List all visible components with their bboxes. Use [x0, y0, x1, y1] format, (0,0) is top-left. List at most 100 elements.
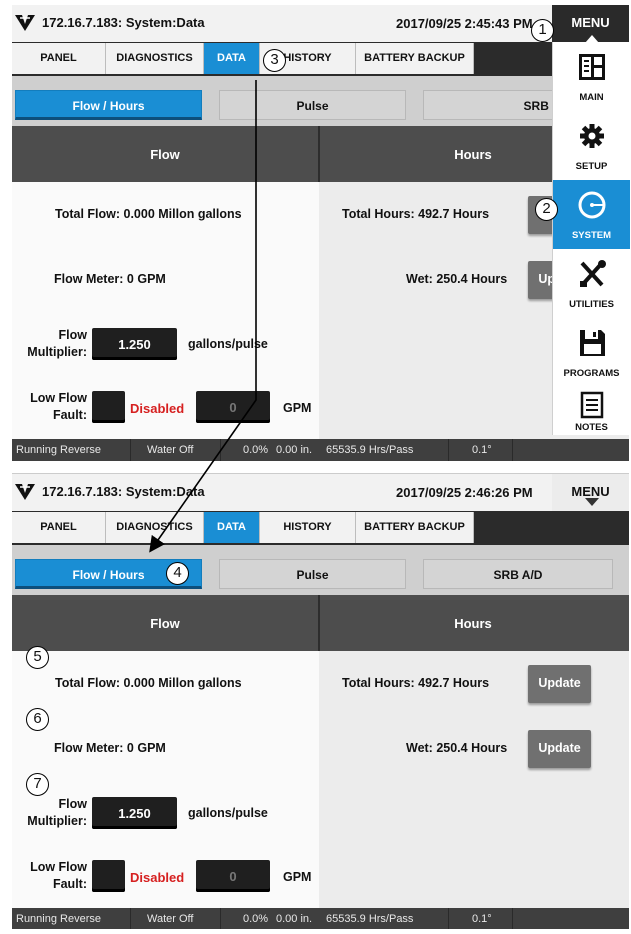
status-hrs-pass: 65535.9 Hrs/Pass [326, 444, 414, 456]
tab-diagnostics[interactable]: DIAGNOSTICS [106, 512, 204, 543]
low-flow-fault-label: Low Flow Fault: [30, 391, 87, 422]
page-title: 172.16.7.183: System:Data [42, 484, 205, 499]
subtab-flow-hours[interactable]: Flow / Hours [15, 90, 202, 120]
valley-logo-icon [15, 15, 35, 31]
flow-multiplier-unit: gallons/pulse [188, 806, 268, 820]
low-flow-fault-toggle[interactable] [92, 391, 125, 423]
low-flow-unit: GPM [283, 401, 312, 415]
status-angle: 0.1° [472, 913, 492, 925]
low-flow-gpm-input[interactable]: 0 [196, 391, 270, 423]
low-flow-fault-toggle[interactable] [92, 860, 125, 892]
side-item-label: NOTES [575, 422, 608, 433]
status-bar: Running Reverse Water Off 0.0% 0.00 in. … [12, 439, 629, 461]
side-item-utilities[interactable]: UTILITIES [553, 249, 630, 318]
total-flow-text: Total Flow: 0.000 Millon gallons [55, 207, 242, 221]
table-header: Flow Hours [12, 595, 629, 651]
flow-multiplier-label: Flow Multiplier: [27, 328, 87, 359]
update-total-hours-button[interactable]: Update [528, 665, 591, 703]
table-row: Flow Meter: 0 GPM Wet: 250.4 Hours Updat… [12, 247, 629, 312]
total-hours-text: Total Hours: 492.7 Hours [342, 207, 490, 221]
tab-battery-backup[interactable]: BATTERY BACKUP [356, 512, 474, 543]
side-item-label: SYSTEM [571, 230, 612, 241]
status-water: Water Off [147, 444, 194, 456]
subtab-band: Flow / Hours Pulse SRB A/D [12, 545, 629, 595]
total-hours-text: Total Hours: 492.7 Hours [342, 676, 490, 690]
tab-panel[interactable]: PANEL [12, 43, 106, 74]
wet-hours-text: Wet: 250.4 Hours [406, 272, 508, 286]
low-flow-status: Disabled [130, 401, 185, 416]
side-menu: MAIN SETUP SYSTEM UTILITIES PROGRAMS NOT… [552, 42, 630, 435]
status-direction: Running Reverse [16, 913, 101, 925]
low-flow-gpm-input[interactable]: 0 [196, 860, 270, 892]
callout-6: 6 [26, 708, 49, 731]
subtab-pulse[interactable]: Pulse [219, 559, 406, 589]
low-flow-fault-label: Low Flow Fault: [30, 860, 87, 891]
flow-multiplier-input[interactable]: 1.250 [92, 797, 177, 829]
floppy-disk-icon [580, 330, 605, 356]
table-row: Low Flow Fault: Disabled 0 GPM [12, 846, 629, 908]
page-title: 172.16.7.183: System:Data [42, 15, 205, 30]
side-item-label: SETUP [575, 161, 608, 172]
status-water: Water Off [147, 913, 194, 925]
hours-header: Hours [454, 147, 492, 162]
table-row: Flow Multiplier: 1.250 gallons/pulse [12, 781, 629, 846]
tab-data[interactable]: DATA [204, 43, 260, 74]
table-row: Flow Multiplier: 1.250 gallons/pulse [12, 312, 629, 377]
update-wet-hours-button[interactable]: Update [528, 730, 591, 768]
subtab-srb-ad[interactable]: SRB A/D [423, 559, 613, 589]
status-hrs-pass: 65535.9 Hrs/Pass [326, 913, 414, 925]
table-header: Flow Hours [12, 126, 629, 182]
flow-header: Flow [150, 616, 180, 631]
tab-data[interactable]: DATA [204, 512, 260, 543]
side-item-notes[interactable]: NOTES [553, 387, 630, 435]
title-bar: 172.16.7.183: System:Data 2017/09/25 2:4… [12, 474, 552, 511]
flow-multiplier-input[interactable]: 1.250 [92, 328, 177, 360]
side-item-programs[interactable]: PROGRAMS [553, 318, 630, 387]
total-flow-text: Total Flow: 0.000 Millon gallons [55, 676, 242, 690]
main-panel-icon [579, 54, 605, 80]
tab-history[interactable]: HISTORY [260, 512, 356, 543]
subtab-pulse[interactable]: Pulse [219, 90, 406, 120]
menu-button[interactable]: MENU [552, 5, 629, 43]
low-flow-unit: GPM [283, 870, 312, 884]
wet-hours-text: Wet: 250.4 Hours [406, 741, 508, 755]
menu-caret-down-icon [585, 498, 599, 506]
hours-header: Hours [454, 616, 492, 631]
header-divider [318, 126, 320, 182]
side-item-setup[interactable]: SETUP [553, 111, 630, 180]
top-tabs: PANEL DIAGNOSTICS DATA HISTORY BATTERY B… [12, 511, 629, 545]
menu-button[interactable]: MENU [552, 474, 629, 511]
side-item-main[interactable]: MAIN [553, 42, 630, 111]
flow-multiplier-unit: gallons/pulse [188, 337, 268, 351]
table-row: Flow Meter: 0 GPM Wet: 250.4 Hours Updat… [12, 716, 629, 781]
gear-icon [580, 124, 604, 148]
header-divider [318, 595, 320, 651]
notes-icon [580, 391, 604, 419]
flow-multiplier-label: Flow Multiplier: [27, 797, 87, 828]
callout-7: 7 [26, 773, 49, 796]
table-row: Total Flow: 0.000 Millon gallons Total H… [12, 651, 629, 716]
callout-2: 2 [535, 198, 558, 221]
screen-after: 172.16.7.183: System:Data 2017/09/25 2:4… [12, 473, 629, 929]
menu-label: MENU [571, 484, 610, 499]
status-percent: 0.0% [243, 913, 269, 925]
status-bar: Running Reverse Water Off 0.0% 0.00 in. … [12, 908, 629, 929]
subtab-band: Flow / Hours Pulse SRB A/D [12, 76, 629, 126]
callout-4: 4 [166, 562, 189, 585]
low-flow-status: Disabled [130, 870, 185, 885]
flow-meter-text: Flow Meter: 0 GPM [54, 741, 166, 755]
status-percent: 0.0% [243, 444, 269, 456]
tab-battery-backup[interactable]: BATTERY BACKUP [356, 43, 474, 74]
tools-icon [580, 260, 606, 287]
system-circle-icon [578, 191, 606, 219]
status-depth: 0.00 in. [276, 913, 313, 925]
tab-panel[interactable]: PANEL [12, 512, 106, 543]
datetime: 2017/09/25 2:46:26 PM [396, 485, 533, 500]
side-item-label: MAIN [579, 92, 604, 103]
callout-3: 3 [263, 49, 286, 72]
tab-diagnostics[interactable]: DIAGNOSTICS [106, 43, 204, 74]
valley-logo-icon [15, 484, 35, 500]
side-item-system[interactable]: SYSTEM [553, 180, 630, 249]
title-bar: 172.16.7.183: System:Data 2017/09/25 2:4… [12, 5, 552, 42]
status-depth: 0.00 in. [276, 444, 313, 456]
